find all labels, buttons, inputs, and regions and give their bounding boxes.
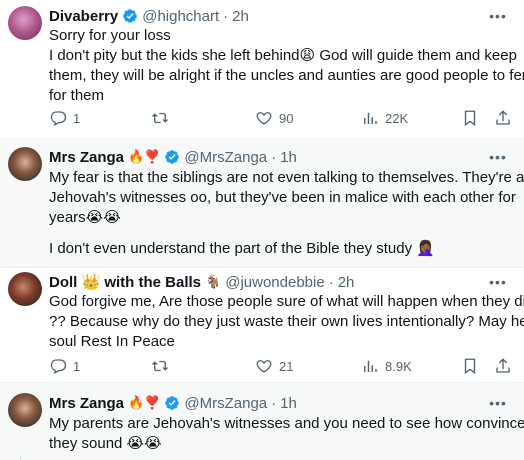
separator-dot: · [223,7,229,25]
like-button[interactable]: 21 [255,356,293,376]
share-icon [496,110,510,125]
tweet[interactable]: Doll 👑 with the Balls 🐐 @juwondebbie · 2… [0,268,524,382]
author-name[interactable]: Divaberry [49,8,118,25]
retweet-icon [152,112,168,124]
retweet-icon [152,360,168,372]
author-name-emoji: 🐐 [205,274,222,289]
tweet-text-line: My parents are Jehovah's witnesses and y… [49,415,524,432]
reply-count: 1 [73,358,81,374]
author-handle[interactable]: @MrsZanga [184,149,267,166]
more-icon[interactable]: ••• [488,6,508,26]
views-button[interactable]: 8.9K [361,356,412,376]
tweet-text-line: for them [49,87,105,104]
tweet-header: Mrs Zanga 🔥❣️ @MrsZanga · 1h [49,147,297,167]
reply-button[interactable]: 1 [49,356,80,376]
tweet-text-line: I don't even understand the part of the … [49,240,435,257]
bookmark-button[interactable] [461,108,479,128]
tweet[interactable]: Mrs Zanga 🔥❣️ @MrsZanga · 1h ••• My fear… [0,139,524,267]
tweet-text-line: Sorry for your loss [49,27,171,44]
views-count: 8.9K [385,358,412,374]
avatar[interactable] [8,147,42,181]
timestamp[interactable]: 2h [338,274,355,291]
avatar[interactable] [8,6,42,40]
verified-badge-icon [122,8,138,24]
like-count: 90 [279,110,294,126]
tweet-header: Doll 👑 with the Balls 🐐 @juwondebbie · 2… [49,272,354,292]
author-name-emoji: 🔥❣️ [128,149,161,164]
tweet-text-line: years😭😭 [49,209,121,226]
verified-badge-icon [164,149,180,165]
action-bar: 1 21 8.9K [49,356,512,376]
author-handle[interactable]: @highchart [142,8,219,25]
tweet-text-line: ?? Because why do they just waste their … [49,313,524,330]
more-icon[interactable]: ••• [488,393,508,413]
bookmark-icon [464,358,476,375]
timestamp[interactable]: 1h [280,395,297,412]
like-count: 21 [279,358,294,374]
share-icon [496,358,510,373]
views-button[interactable]: 22K [361,108,408,128]
verified-badge-icon [164,395,180,411]
like-icon [256,360,272,373]
retweet-button[interactable] [151,108,169,128]
views-icon [364,112,377,124]
avatar[interactable] [8,393,42,427]
like-button[interactable]: 90 [255,108,293,128]
tweet-text-line: I don't pity but the kids she left behin… [49,47,517,64]
timestamp[interactable]: 1h [280,149,297,166]
tweet-header: Mrs Zanga 🔥❣️ @MrsZanga · 1h [49,393,297,413]
tweet-text-line: they sound 😭😭 [49,435,162,452]
share-button[interactable] [494,108,512,128]
views-count: 22K [385,110,409,126]
tweet[interactable]: Divaberry @highchart · 2h ••• Sorry for … [0,0,524,138]
action-bar: 1 90 22K [49,108,512,128]
reply-count: 1 [73,110,81,126]
tweet-header: Divaberry @highchart · 2h [49,6,249,26]
like-icon [256,112,272,125]
more-icon[interactable]: ••• [488,147,508,167]
share-button[interactable] [494,356,512,376]
separator-dot: · [271,394,277,412]
bookmark-icon [464,110,476,127]
separator-dot: · [328,273,334,291]
author-name[interactable]: Mrs Zanga [49,149,124,166]
author-handle[interactable]: @juwondebbie [225,274,324,291]
retweet-button[interactable] [151,356,169,376]
tweet-text-line: God forgive me, Are those people sure of… [49,293,524,310]
timestamp[interactable]: 2h [232,8,249,25]
cropped-element [20,456,21,460]
avatar[interactable] [8,272,42,306]
more-icon[interactable]: ••• [488,272,508,292]
author-handle[interactable]: @MrsZanga [184,395,267,412]
views-icon [364,360,377,372]
author-name-emoji: 🔥❣️ [128,395,161,410]
reply-icon [50,111,67,126]
author-name[interactable]: Mrs Zanga [49,395,124,412]
author-name[interactable]: Doll 👑 with the Balls [49,273,201,291]
tweet-text-line: My fear is that the siblings are not eve… [49,169,524,186]
bookmark-button[interactable] [461,356,479,376]
tweet-feed: Divaberry @highchart · 2h ••• Sorry for … [0,0,524,460]
tweet[interactable]: Mrs Zanga 🔥❣️ @MrsZanga · 1h ••• My pare… [0,383,524,460]
reply-button[interactable]: 1 [49,108,80,128]
tweet-text-line: them, they will be alright if the uncles… [49,67,524,84]
reply-icon [50,359,67,374]
tweet-text-line: soul Rest In Peace [49,333,175,350]
separator-dot: · [271,148,277,166]
tweet-text-line: Jehovah's witnesses oo, but they've been… [49,189,516,206]
